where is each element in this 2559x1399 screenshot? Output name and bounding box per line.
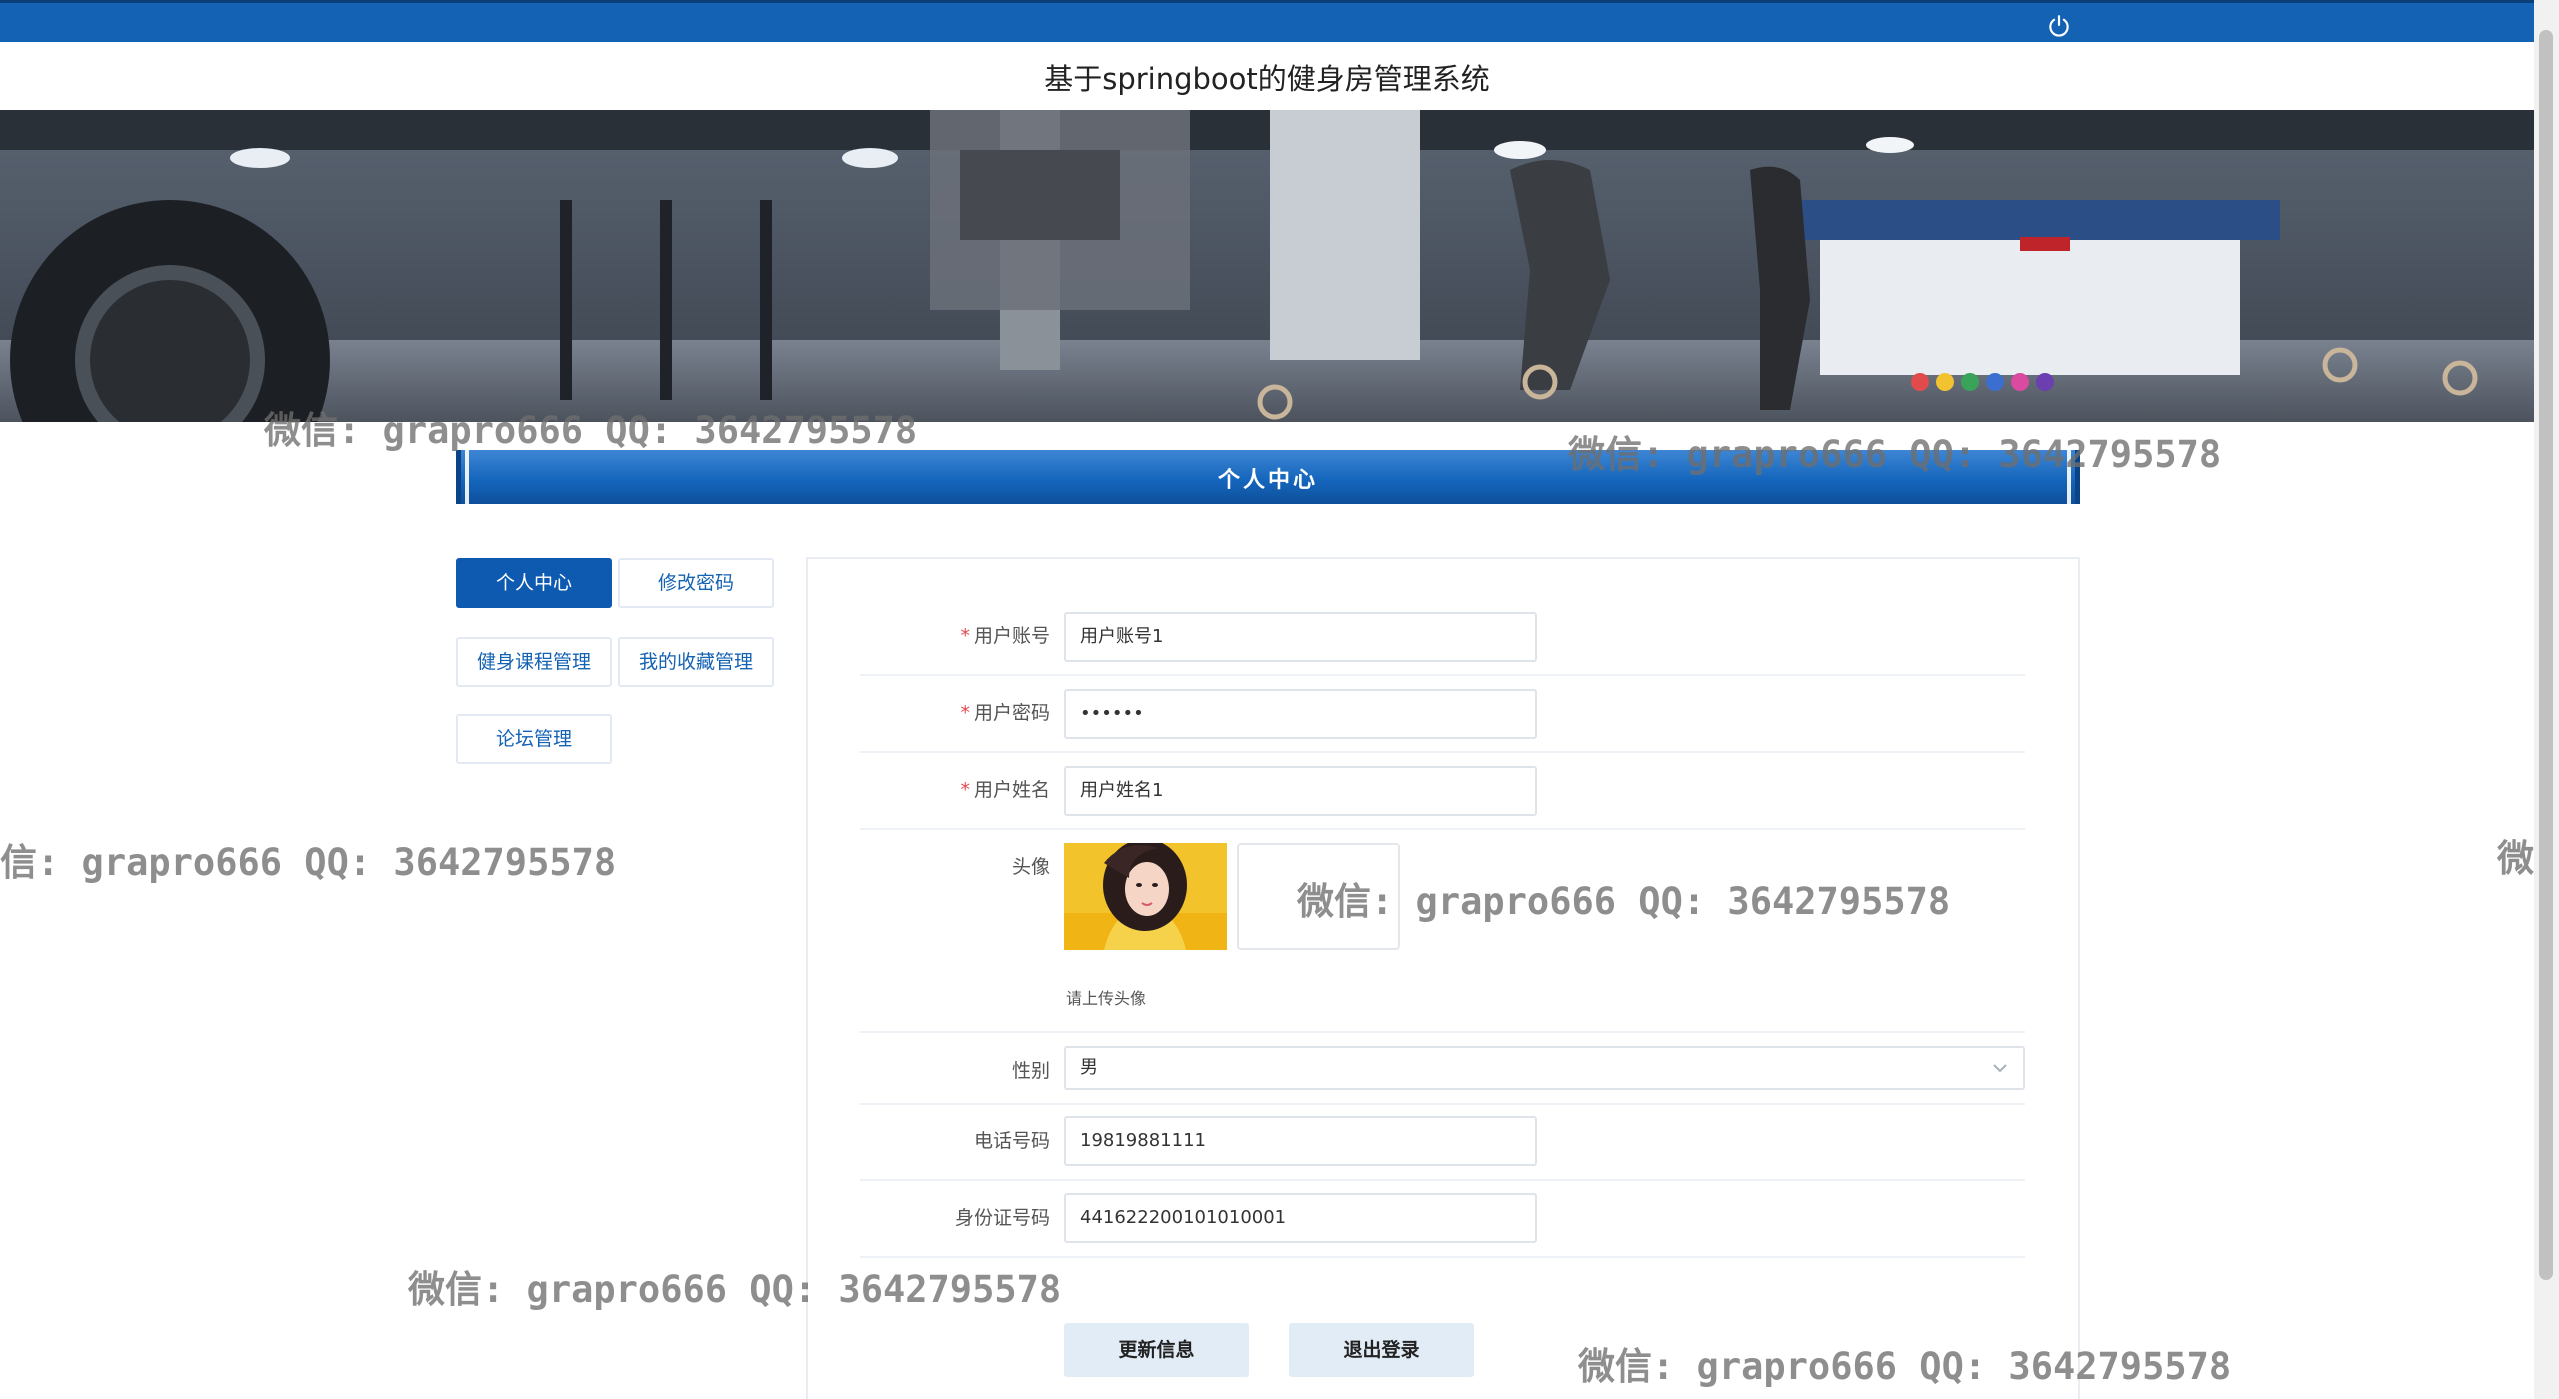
menu-course-management[interactable]: 健身课程管理 bbox=[456, 637, 612, 687]
menu-personal-center[interactable]: 个人中心 bbox=[456, 558, 612, 608]
required-mark: * bbox=[960, 779, 970, 801]
id-card-label: 身份证号码 bbox=[954, 1207, 1050, 1229]
watermark: 微信: grapro666 QQ: 3642795578 bbox=[1297, 880, 1951, 923]
logout-button[interactable]: 退出登录 bbox=[1289, 1323, 1474, 1377]
avatar-label: 头像 bbox=[1011, 856, 1050, 878]
phone-label: 电话号码 bbox=[973, 1130, 1050, 1152]
power-icon[interactable] bbox=[2046, 13, 2072, 39]
watermark: 信: grapro666 QQ: 3642795578 bbox=[0, 841, 617, 884]
update-info-button[interactable]: 更新信息 bbox=[1064, 1323, 1249, 1377]
required-mark: * bbox=[960, 625, 970, 647]
row-divider bbox=[860, 1256, 2025, 1258]
phone-input[interactable]: 19819881111 bbox=[1064, 1116, 1537, 1166]
avatar-image[interactable] bbox=[1064, 843, 1227, 950]
password-label: * 用户密码 bbox=[960, 702, 1050, 724]
password-input[interactable]: •••••• bbox=[1064, 689, 1537, 739]
row-divider bbox=[860, 1031, 2025, 1033]
menu-forum-management[interactable]: 论坛管理 bbox=[456, 714, 612, 764]
gender-select[interactable]: 男 bbox=[1064, 1046, 2025, 1090]
scrollbar-thumb[interactable] bbox=[2539, 30, 2553, 1280]
name-label: * 用户姓名 bbox=[960, 779, 1050, 801]
site-title-bar: 基于springboot的健身房管理系统 bbox=[0, 42, 2534, 110]
gender-selected-value: 男 bbox=[1080, 1057, 1098, 1078]
account-label: * 用户账号 bbox=[960, 625, 1050, 647]
row-divider bbox=[860, 674, 2025, 676]
page-scrollbar[interactable] bbox=[2534, 0, 2559, 1399]
chevron-down-icon bbox=[1993, 1064, 2007, 1073]
watermark: 微信: grapro666 QQ: 3642795578 bbox=[408, 1268, 1062, 1311]
account-input[interactable]: 用户账号1 bbox=[1064, 612, 1537, 662]
top-bar bbox=[0, 0, 2534, 42]
menu-favorites-management[interactable]: 我的收藏管理 bbox=[618, 637, 774, 687]
watermark: 微信: grapro666 QQ: 3642795578 bbox=[1578, 1345, 2232, 1388]
menu-change-password[interactable]: 修改密码 bbox=[618, 558, 774, 608]
gender-label: 性别 bbox=[1011, 1060, 1050, 1082]
name-input[interactable]: 用户姓名1 bbox=[1064, 766, 1537, 816]
row-divider bbox=[860, 751, 2025, 753]
row-divider bbox=[860, 1179, 2025, 1181]
row-divider bbox=[860, 1103, 2025, 1105]
watermark: 微信: grapro666 QQ: 3642795578 bbox=[1568, 433, 2222, 476]
banner-image bbox=[0, 110, 2534, 422]
site-title: 基于springboot的健身房管理系统 bbox=[1044, 62, 1490, 96]
row-divider bbox=[860, 828, 2025, 830]
avatar-upload-hint: 请上传头像 bbox=[1066, 989, 1147, 1008]
required-mark: * bbox=[960, 702, 970, 724]
watermark: 微信: grapro666 QQ: 3642795578 bbox=[264, 409, 918, 452]
id-card-input[interactable]: 441622200101010001 bbox=[1064, 1193, 1537, 1243]
